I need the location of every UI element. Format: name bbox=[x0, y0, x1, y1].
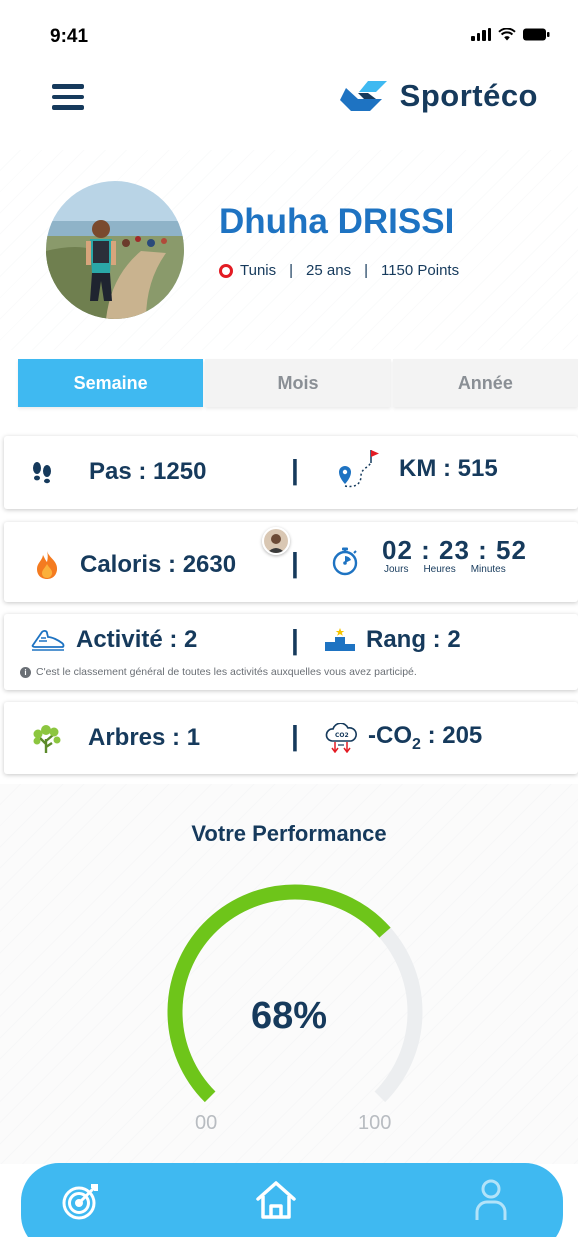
status-time: 9:41 bbox=[50, 26, 89, 47]
sporteco-logo-icon bbox=[339, 81, 387, 111]
wifi-icon bbox=[498, 28, 516, 41]
performance-section: Votre Performance 68% 00 100 bbox=[0, 784, 578, 1164]
trees-value: Arbres : 1 bbox=[88, 724, 201, 751]
calories-stat: Caloris : 2630 bbox=[34, 550, 236, 580]
mini-avatar[interactable] bbox=[262, 527, 290, 555]
tab-semaine[interactable]: Semaine bbox=[18, 359, 204, 407]
trees-stat: Arbres : 1 bbox=[32, 722, 200, 754]
menu-button[interactable] bbox=[52, 84, 84, 110]
user-icon[interactable] bbox=[473, 1178, 509, 1222]
co2-cloud-icon: CO2 bbox=[325, 722, 357, 753]
stat-separator: | bbox=[291, 547, 299, 578]
mini-avatar-photo bbox=[264, 529, 288, 553]
co2-stat: CO2 -CO2 : 205 bbox=[324, 722, 482, 754]
profile-photo bbox=[46, 181, 184, 319]
gauge-value: 68% bbox=[250, 995, 328, 1037]
stats-card-calories: Caloris : 2630 | 02 : 23 : 52 Jours Heur… bbox=[4, 522, 578, 602]
meta-separator: | bbox=[289, 262, 294, 279]
rank-note-text: C'est le classement général de toutes le… bbox=[36, 666, 417, 678]
co2-subscript: 2 bbox=[412, 735, 421, 753]
activity-stat: Activité : 2 bbox=[30, 626, 197, 654]
stopwatch-icon bbox=[332, 547, 358, 576]
footsteps-icon bbox=[33, 462, 51, 484]
tab-mois[interactable]: Mois bbox=[205, 359, 391, 407]
timer-unit-hours: Heures bbox=[423, 564, 456, 575]
bottom-nav bbox=[21, 1163, 563, 1237]
rank-note: i C'est le classement général de toutes … bbox=[20, 666, 417, 678]
status-icons bbox=[471, 28, 550, 41]
co2-prefix: -CO bbox=[368, 722, 412, 749]
user-meta: Tunis | 25 ans | 1150 Points bbox=[219, 262, 459, 279]
home-icon[interactable] bbox=[254, 1179, 298, 1221]
fire-icon bbox=[37, 551, 58, 579]
running-shoe-icon bbox=[31, 630, 65, 651]
stat-separator: | bbox=[291, 720, 299, 751]
stat-separator: | bbox=[291, 624, 299, 655]
activity-value: Activité : 2 bbox=[76, 626, 198, 653]
route-map-icon bbox=[339, 450, 379, 488]
meta-separator: | bbox=[364, 262, 368, 279]
logo-text: Sportéco bbox=[399, 78, 538, 113]
performance-title: Votre Performance bbox=[191, 821, 387, 846]
timer: 02 : 23 : 52 Jours Heures Minutes bbox=[382, 535, 527, 575]
co2-suffix: : 205 bbox=[420, 722, 483, 749]
steps-stat: Pas : 1250 bbox=[30, 458, 206, 486]
status-bar: 9:41 bbox=[0, 0, 578, 60]
co2-value: -CO2 : 205 bbox=[368, 722, 482, 754]
target-icon[interactable] bbox=[61, 1181, 101, 1221]
timer-units: Jours Heures Minutes bbox=[384, 564, 527, 575]
user-age: 25 ans bbox=[306, 262, 352, 279]
signal-icon bbox=[471, 28, 491, 41]
rank-value: Rang : 2 bbox=[366, 626, 461, 653]
timer-unit-days: Jours bbox=[384, 564, 409, 575]
km-stat: KM : 515 bbox=[331, 448, 498, 490]
svg-text:CO2: CO2 bbox=[335, 732, 349, 739]
tree-icon bbox=[33, 725, 61, 753]
battery-icon bbox=[523, 28, 550, 41]
period-tabs: Semaine Mois Année bbox=[18, 359, 578, 407]
podium-icon bbox=[325, 628, 355, 651]
app-logo: Sportéco bbox=[338, 78, 538, 114]
steps-value: Pas : 1250 bbox=[89, 458, 207, 485]
rank-stat: Rang : 2 bbox=[324, 626, 461, 654]
user-name: Dhuha DRISSI bbox=[219, 202, 455, 241]
user-city: Tunis bbox=[240, 262, 277, 279]
calories-value: Caloris : 2630 bbox=[80, 551, 237, 578]
tab-annee[interactable]: Année bbox=[392, 359, 578, 407]
stat-separator: | bbox=[291, 454, 299, 485]
timer-unit-minutes: Minutes bbox=[470, 564, 506, 575]
stats-card-trees: Arbres : 1 | CO2 -CO2 : 205 bbox=[4, 702, 578, 774]
tunisia-flag-icon bbox=[219, 263, 233, 278]
avatar[interactable] bbox=[46, 181, 184, 319]
user-points: 1150 Points bbox=[380, 262, 460, 279]
stats-card-steps: Pas : 1250 | KM : 515 bbox=[4, 436, 578, 509]
km-value: KM : 515 bbox=[399, 455, 498, 482]
timer-value: 02 : 23 : 52 bbox=[382, 535, 527, 565]
gauge-min-label: 00 bbox=[195, 1112, 218, 1134]
info-icon: i bbox=[20, 666, 31, 678]
gauge-max-label: 100 bbox=[358, 1112, 392, 1134]
stats-card-activity: Activité : 2 | Rang : 2 i C'est le class… bbox=[4, 614, 578, 690]
